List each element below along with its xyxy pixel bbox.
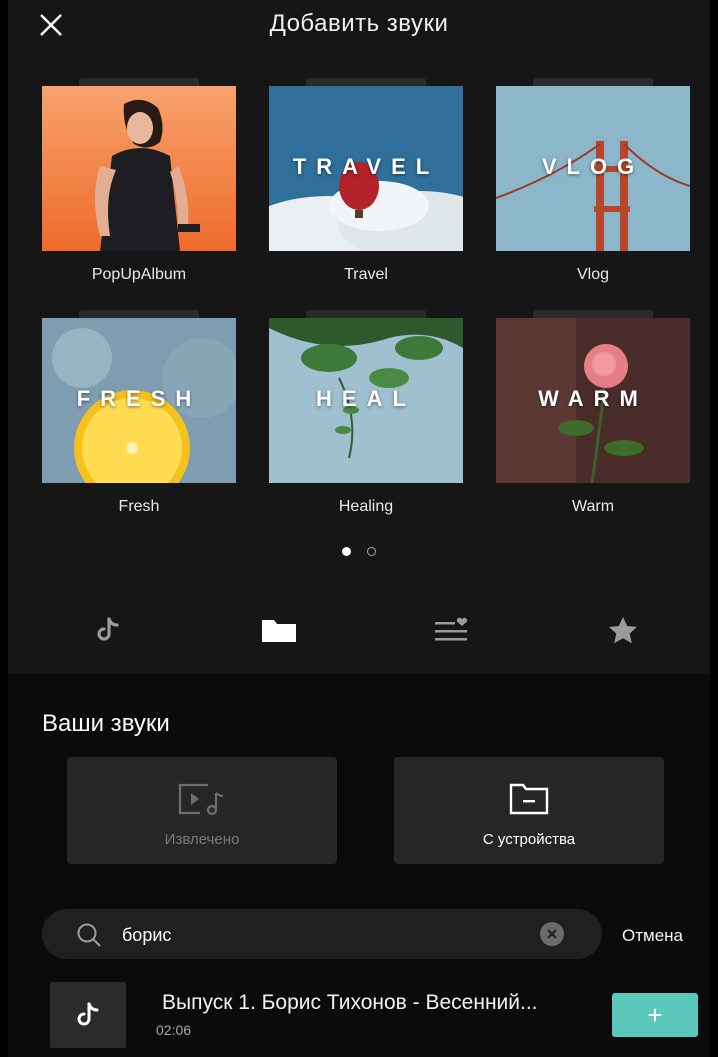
album-vlog[interactable]: VLOG Vlog bbox=[496, 78, 690, 284]
album-healing[interactable]: HEAL Healing bbox=[269, 310, 463, 516]
page-dot-active[interactable] bbox=[342, 547, 351, 557]
search-icon bbox=[77, 923, 101, 947]
album-label: Fresh bbox=[118, 498, 160, 515]
album-cover: WARM bbox=[496, 318, 690, 483]
album-cover: FRESH bbox=[42, 318, 236, 483]
album-overlay: HEAL bbox=[316, 386, 416, 411]
pagination-dots bbox=[8, 543, 710, 561]
device-label: С устройства bbox=[482, 831, 576, 848]
section-title: Ваши звуки bbox=[42, 710, 170, 737]
album-cover: TRAVEL bbox=[269, 86, 463, 251]
album-cover: HEAL bbox=[269, 318, 463, 483]
track-title: Выпуск 1. Борис Тихонов - Весенний... bbox=[162, 991, 538, 1014]
album-overlay: FRESH bbox=[76, 386, 202, 411]
sound-library-panel: Добавить звуки PopUpAlbum TRAVEL Travel … bbox=[8, 0, 710, 674]
tab-tiktok[interactable] bbox=[78, 608, 138, 652]
tiktok-icon bbox=[97, 617, 119, 641]
album-label: Vlog bbox=[576, 266, 610, 283]
tab-playlist[interactable] bbox=[421, 608, 481, 652]
star-icon bbox=[609, 617, 637, 644]
album-cover bbox=[42, 86, 236, 251]
page-title: Добавить звуки bbox=[269, 10, 449, 37]
album-fresh[interactable]: FRESH Fresh bbox=[42, 310, 236, 516]
album-label: PopUpAlbum bbox=[91, 266, 187, 283]
album-overlay: TRAVEL bbox=[292, 154, 440, 179]
clear-search-button[interactable] bbox=[540, 922, 564, 946]
tab-favorites[interactable] bbox=[593, 608, 653, 652]
album-overlay: VLOG bbox=[541, 154, 645, 179]
folder-icon bbox=[262, 620, 296, 642]
search-input[interactable] bbox=[120, 909, 544, 961]
album-overlay: WARM bbox=[538, 386, 648, 411]
album-cover: VLOG bbox=[496, 86, 690, 251]
your-sounds-panel: Ваши звуки Извлечено С устройства борис … bbox=[8, 674, 710, 1057]
folder-outline-icon bbox=[509, 783, 549, 815]
add-track-button[interactable]: + bbox=[612, 993, 698, 1037]
extracted-button[interactable]: Извлечено bbox=[67, 757, 337, 864]
track-duration: 02:06 bbox=[156, 1022, 192, 1038]
playlist-heart-icon bbox=[435, 617, 468, 641]
track-thumbnail bbox=[50, 982, 126, 1048]
page-dot-inactive[interactable] bbox=[367, 547, 376, 557]
extract-audio-icon bbox=[178, 783, 224, 816]
from-device-button[interactable]: С устройства bbox=[394, 757, 664, 864]
album-warm[interactable]: WARM Warm bbox=[496, 310, 690, 516]
search-bar bbox=[42, 909, 602, 961]
cancel-button[interactable]: Отмена bbox=[622, 926, 683, 946]
album-popupalbum[interactable]: PopUpAlbum bbox=[42, 78, 236, 284]
category-tabs bbox=[8, 608, 710, 652]
clear-icon bbox=[547, 929, 557, 939]
music-note-icon bbox=[77, 1002, 99, 1026]
app-frame: Добавить звуки PopUpAlbum TRAVEL Travel … bbox=[8, 0, 710, 1057]
search-result-item[interactable]: Выпуск 1. Борис Тихонов - Весенний... 02… bbox=[50, 980, 710, 1048]
extracted-label: Извлечено bbox=[164, 831, 240, 848]
album-travel[interactable]: TRAVEL Travel bbox=[269, 78, 463, 284]
album-label: Healing bbox=[338, 498, 394, 515]
album-label: Travel bbox=[344, 266, 388, 283]
tab-folder[interactable] bbox=[249, 608, 309, 652]
album-label: Warm bbox=[571, 498, 615, 515]
